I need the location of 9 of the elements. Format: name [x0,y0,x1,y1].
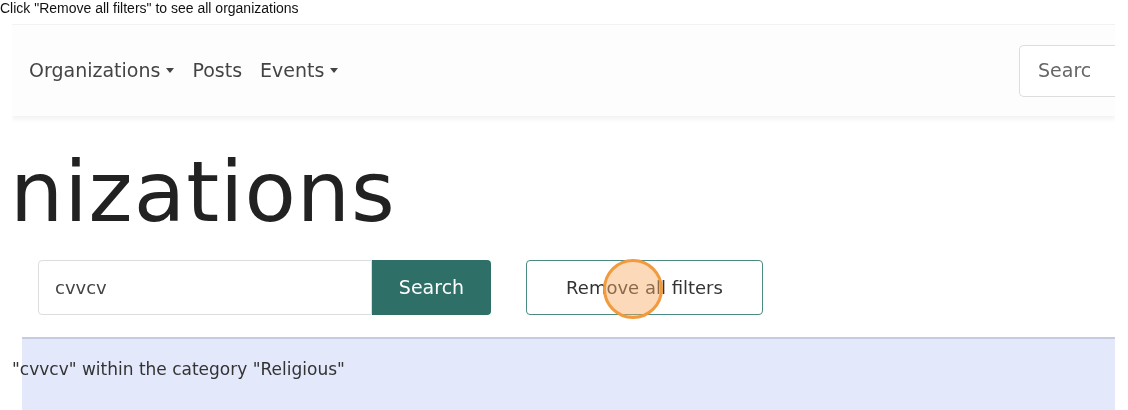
nav-link[interactable]: Organizations [20,56,184,85]
alert-text: "cvvcv" within the category "Religious" [12,358,346,381]
search-button[interactable]: Search [372,260,491,315]
caption-text: Click "Remove all filters" to see all organizations [0,0,299,16]
nav-link[interactable]: Posts [183,56,252,85]
search-input[interactable]: cvvcv [38,260,372,315]
page-heading: nizations [12,150,397,234]
nav-link[interactable]: Events [251,56,348,85]
site-search-field[interactable]: Searc [1019,44,1115,97]
